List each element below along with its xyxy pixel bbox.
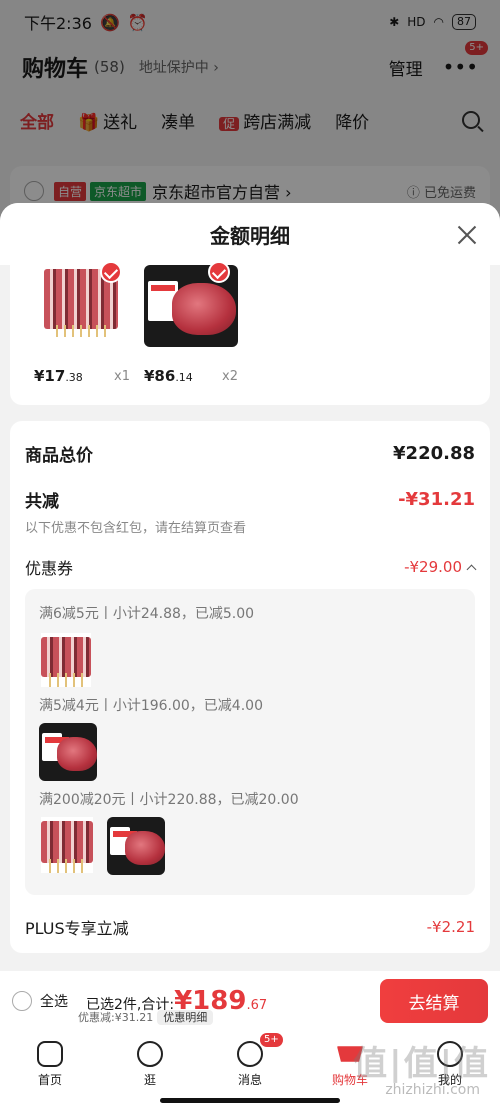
- beef-image: [107, 817, 165, 875]
- watermark-logo: 值|值|值: [353, 1044, 490, 1084]
- skewer-image: [41, 817, 93, 873]
- reduce-note: 以下优惠不包含红包，请在结算页查看: [25, 521, 247, 536]
- product-price: ¥17.38: [34, 367, 83, 385]
- product-qty: x1: [114, 369, 130, 384]
- reduce-row: 共减 -¥31.21: [25, 487, 475, 512]
- selected-check-icon: [100, 261, 122, 283]
- coupon-label: 优惠券: [25, 559, 74, 578]
- plus-value: -¥2.21: [426, 918, 475, 936]
- skewer-image: [41, 633, 91, 687]
- total-label: 商品总价: [25, 446, 93, 466]
- product-price: ¥86.14: [144, 367, 193, 385]
- close-icon[interactable]: [456, 223, 478, 245]
- explore-icon: [137, 1041, 163, 1067]
- coupon-product-thumb: [107, 817, 165, 875]
- reduce-label: 共减: [25, 492, 59, 512]
- checkout-button[interactable]: 去结算: [380, 979, 488, 1023]
- total-row: 商品总价 ¥220.88: [25, 441, 475, 466]
- checkout-bar: 全选 已选2件,合计:¥189.67 优惠减:¥31.21 优惠明细 去结算: [0, 971, 500, 1031]
- home-indicator: [160, 1098, 340, 1103]
- total-value: ¥220.88: [393, 443, 475, 464]
- plus-row: PLUS专享立减 -¥2.21: [25, 915, 475, 939]
- home-icon: [37, 1041, 63, 1067]
- selected-products: ¥17.38 x1 ¥86.14 x2: [10, 261, 490, 405]
- reduce-value: -¥31.21: [398, 489, 475, 510]
- watermark-url: zhizhizhi.com: [385, 1082, 480, 1098]
- message-icon: [237, 1041, 263, 1067]
- coupon-details: 满6减5元丨小计24.88，已减5.00 满5减4元丨小计196.00，已减4.…: [25, 589, 475, 895]
- select-all-label[interactable]: 全选: [40, 991, 68, 1011]
- plus-label: PLUS专享立减: [25, 919, 129, 938]
- product-item[interactable]: [144, 261, 238, 347]
- message-badge: 5+: [260, 1033, 283, 1047]
- beef-image: [39, 723, 97, 781]
- sheet-header: 金额明细: [0, 203, 500, 265]
- reduce-note-row: 以下优惠不包含红包，请在结算页查看: [25, 517, 475, 536]
- coupon-line: 满5减4元丨小计196.00，已减4.00: [39, 698, 263, 714]
- sheet-title: 金额明细: [210, 223, 290, 248]
- coupon-value: -¥29.00: [404, 558, 462, 576]
- coupon-product-thumb: [39, 723, 97, 781]
- product-item[interactable]: [44, 261, 124, 337]
- product-qty: x2: [222, 369, 238, 384]
- tab-home[interactable]: 首页: [0, 1031, 100, 1111]
- coupon-line: 满200减20元丨小计220.88，已减20.00: [39, 792, 299, 808]
- amount-detail-sheet: 金额明细 ¥17.38 x1 ¥86.14 x2 商品总价 ¥220.88 共减…: [0, 203, 500, 971]
- select-all-radio[interactable]: [12, 991, 32, 1011]
- coupon-line: 满6减5元丨小计24.88，已减5.00: [39, 606, 255, 622]
- coupon-product-thumb: [41, 817, 93, 873]
- coupon-product-thumb: [41, 633, 91, 687]
- chevron-up-icon[interactable]: [466, 564, 477, 574]
- discount-detail-button[interactable]: 优惠明细: [157, 1010, 214, 1025]
- selected-check-icon: [208, 261, 230, 283]
- coupon-row[interactable]: 优惠券 -¥29.00: [25, 555, 477, 579]
- discount-note: 优惠减:¥31.21 优惠明细: [78, 1009, 214, 1025]
- price-breakdown: 商品总价 ¥220.88 共减 -¥31.21 以下优惠不包含红包，请在结算页查…: [10, 421, 490, 953]
